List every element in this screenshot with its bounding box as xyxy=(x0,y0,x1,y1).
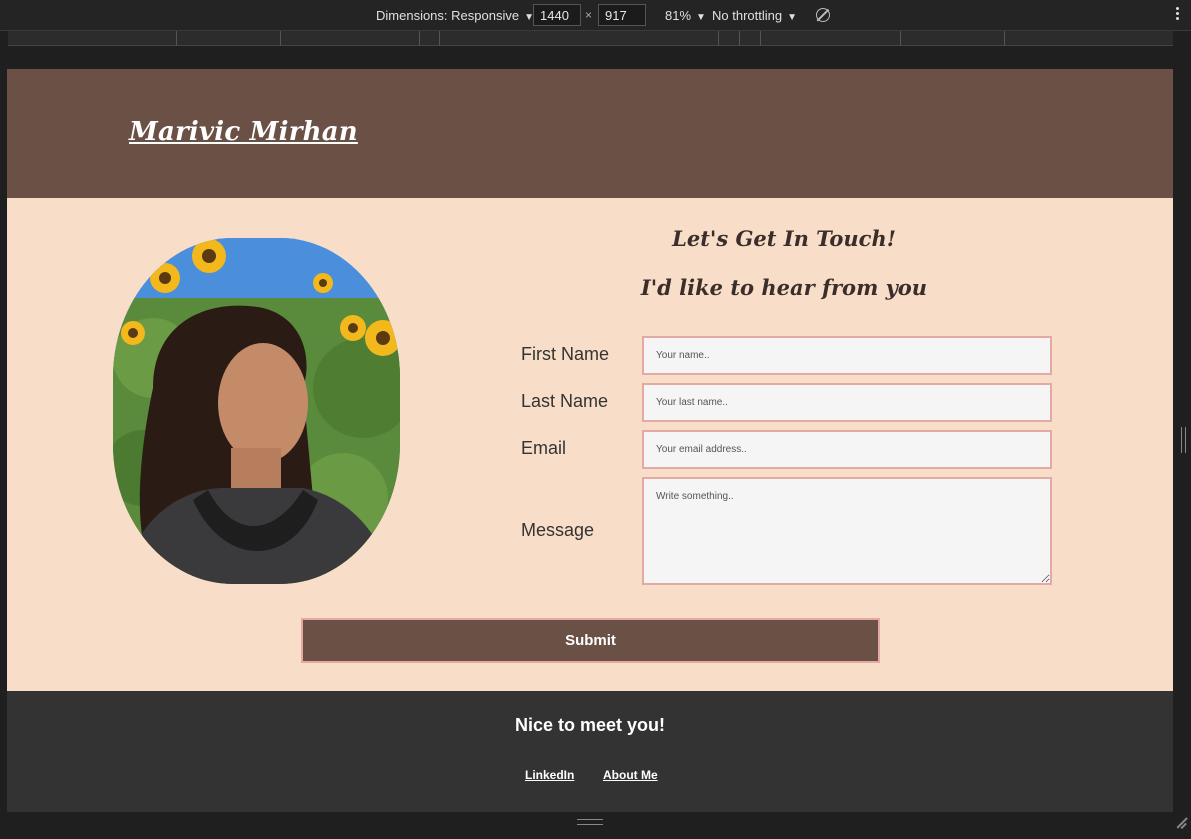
site-header: Marivic Mirhan xyxy=(7,69,1173,198)
first-name-label: First Name xyxy=(521,344,610,364)
dimension-separator: × xyxy=(585,8,593,22)
email-label: Email xyxy=(521,438,567,458)
dimensions-dropdown[interactable]: Dimensions: Responsive ▼ xyxy=(376,8,534,23)
footer-title: Nice to meet you! xyxy=(514,715,666,735)
resize-handle-icon[interactable] xyxy=(577,819,603,825)
dropdown-caret-icon: ▼ xyxy=(696,12,706,23)
throttling-label: No throttling xyxy=(712,8,783,23)
last-name-label: Last Name xyxy=(521,391,609,411)
zoom-label: 81% xyxy=(665,8,692,23)
rotate-icon[interactable] xyxy=(816,8,830,22)
page-viewport: Marivic Mirhan Let's Get In Touch! I'd l… xyxy=(7,69,1173,812)
viewport-bottom-gutter xyxy=(0,812,1191,839)
viewport-height-input[interactable] xyxy=(598,4,646,26)
dropdown-caret-icon: ▼ xyxy=(787,12,797,23)
email-field[interactable] xyxy=(642,430,1052,469)
message-field[interactable] xyxy=(642,477,1052,585)
throttling-dropdown[interactable]: No throttling ▼ xyxy=(712,8,797,23)
corner-resize-icon[interactable] xyxy=(1174,815,1188,829)
portrait-illustration xyxy=(113,238,400,584)
devtools-device-toolbar: Dimensions: Responsive▼ × 81%▼ No thrott… xyxy=(0,0,1191,31)
submit-button[interactable]: Submit xyxy=(301,618,880,663)
resize-handle-icon[interactable] xyxy=(1181,427,1186,453)
message-label: Message xyxy=(521,520,595,540)
site-logo-link[interactable]: Marivic Mirhan xyxy=(129,117,358,147)
kebab-menu-icon[interactable] xyxy=(1176,6,1180,24)
last-name-field[interactable] xyxy=(642,383,1052,422)
about-me-link[interactable]: About Me xyxy=(603,768,658,782)
media-query-bar[interactable] xyxy=(8,31,1173,46)
linkedin-link[interactable]: LinkedIn xyxy=(525,768,574,782)
site-footer: Nice to meet you! LinkedIn About Me xyxy=(7,691,1173,812)
dimensions-label: Dimensions: Responsive xyxy=(376,8,520,23)
contact-heading: Let's Get In Touch! xyxy=(672,226,896,251)
profile-photo xyxy=(113,238,400,584)
contact-section: Let's Get In Touch! I'd like to hear fro… xyxy=(7,198,1173,691)
viewport-width-input[interactable] xyxy=(533,4,581,26)
first-name-field[interactable] xyxy=(642,336,1052,375)
zoom-dropdown[interactable]: 81% ▼ xyxy=(665,8,706,23)
contact-subheading: I'd like to hear from you xyxy=(640,275,928,300)
